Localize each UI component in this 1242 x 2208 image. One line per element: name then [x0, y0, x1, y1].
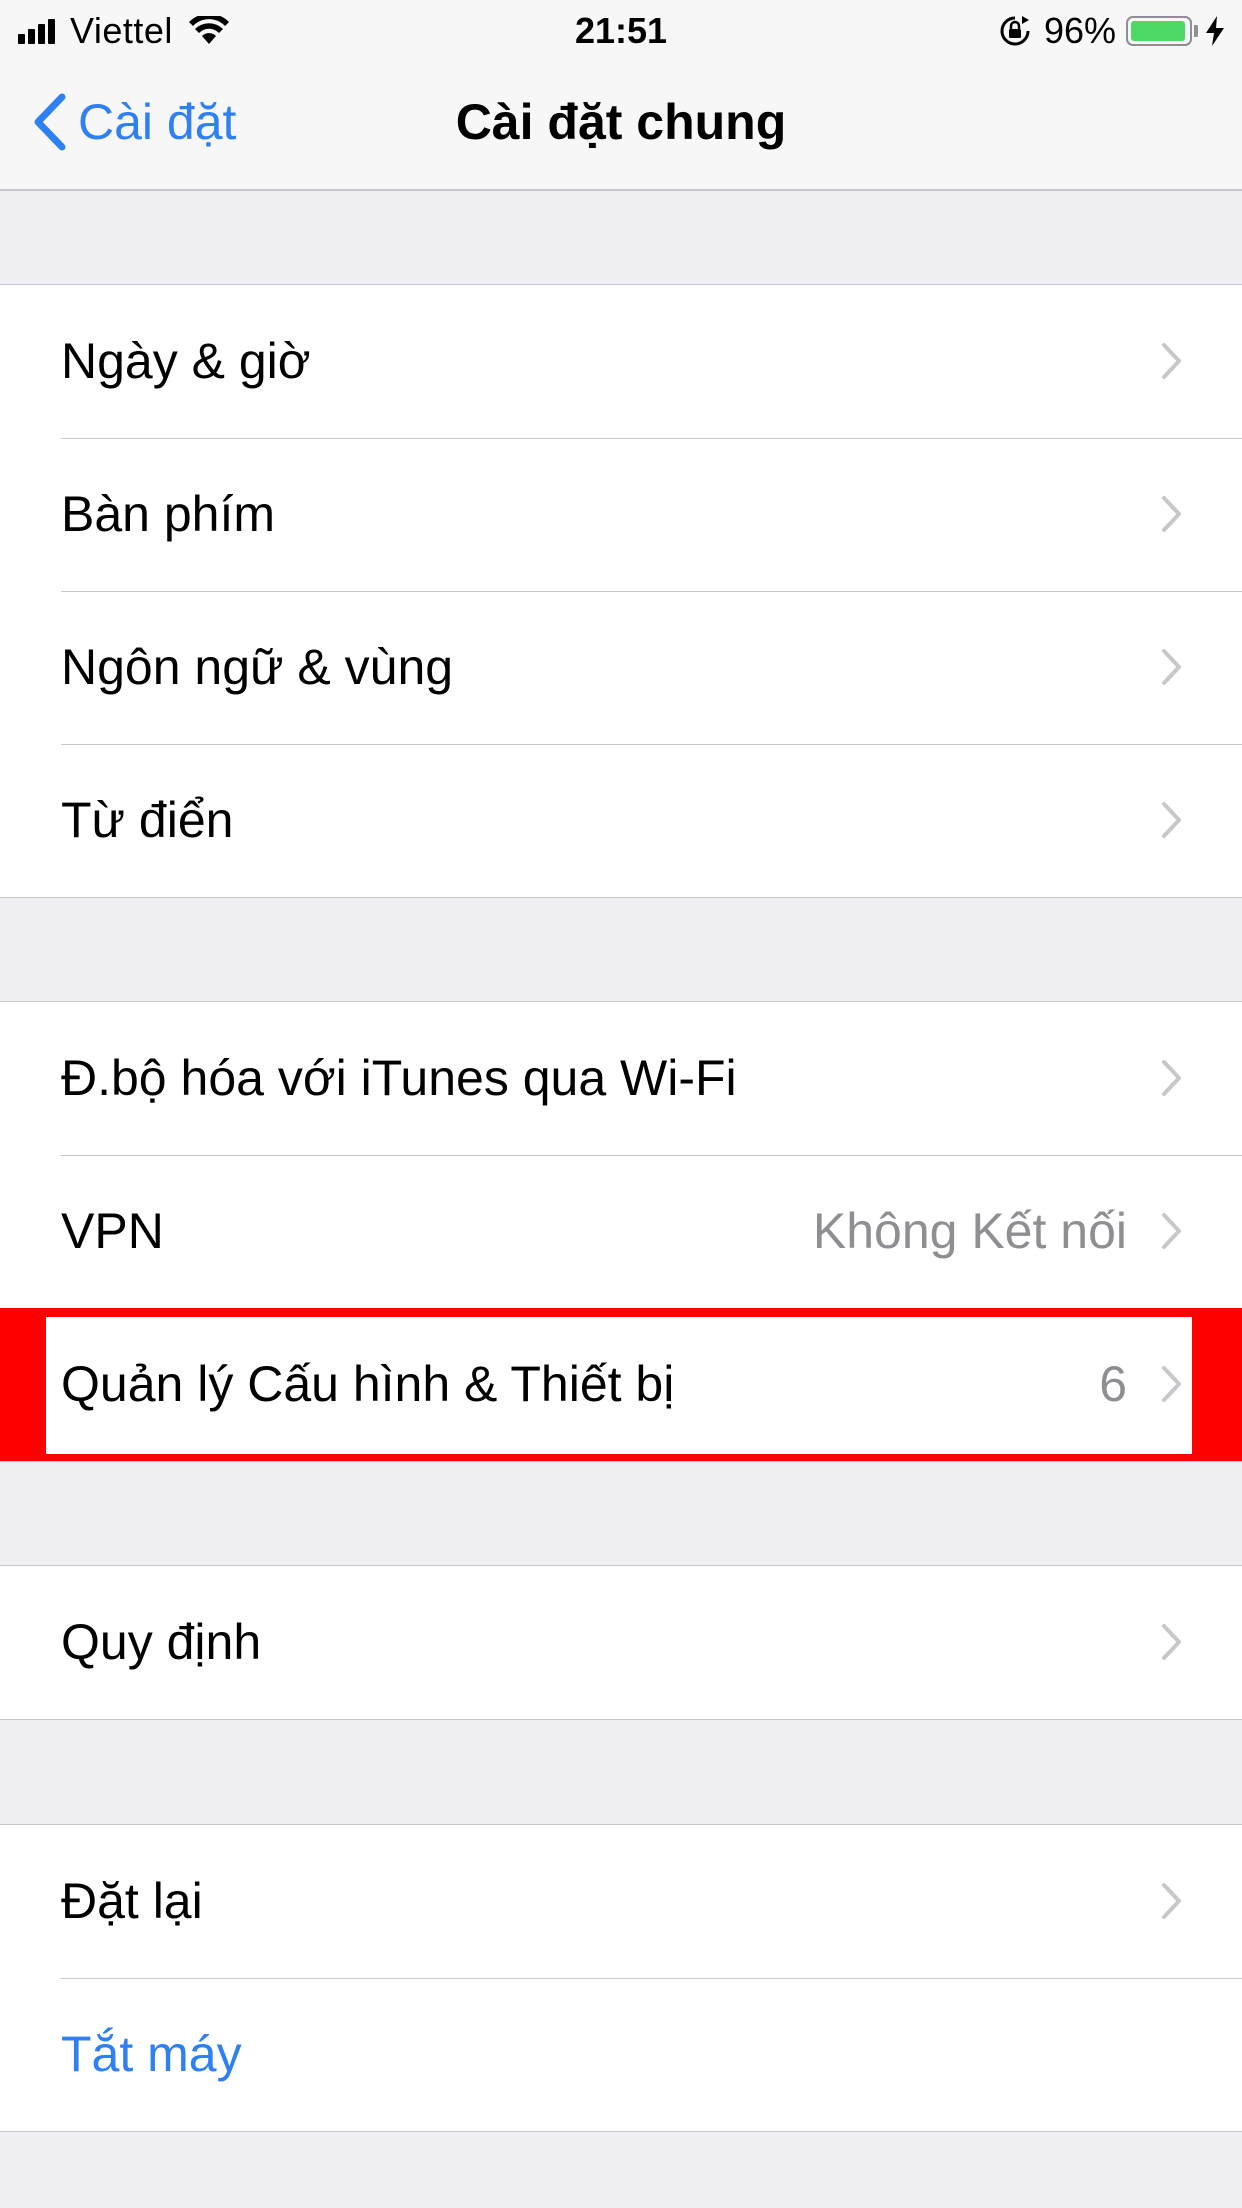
chevron-right-icon: [1162, 1060, 1181, 1096]
chevron-right-icon: [1162, 649, 1181, 685]
row-label: Đ.bộ hóa với iTunes qua Wi-Fi: [61, 1050, 737, 1106]
status-bar: Viettel 21:51 96%: [0, 0, 1242, 60]
battery-fill: [1131, 21, 1185, 41]
battery-percent: 96%: [1043, 10, 1116, 51]
settings-row-regulatory[interactable]: Quy định: [0, 1566, 1242, 1719]
page-title: Cài đặt chung: [455, 94, 787, 150]
charging-bolt-icon: [1206, 16, 1224, 46]
vpn-status-value: Không Kết nối: [812, 1203, 1127, 1259]
chevron-right-icon: [1162, 802, 1181, 838]
settings-row-shut-down[interactable]: Tắt máy: [0, 1978, 1242, 2131]
settings-row-vpn[interactable]: VPN Không Kết nối: [0, 1155, 1242, 1308]
row-label: VPN: [61, 1203, 164, 1259]
settings-group-connectivity: Đ.bộ hóa với iTunes qua Wi-Fi VPN Không …: [0, 1001, 1242, 1462]
settings-group-general: Ngày & giờ Bàn phím Ngôn ngữ & vùng Từ đ…: [0, 284, 1242, 898]
settings-row-date-time[interactable]: Ngày & giờ: [0, 285, 1242, 438]
settings-row-keyboard[interactable]: Bàn phím: [0, 438, 1242, 591]
chevron-right-icon: [1162, 343, 1181, 379]
row-label: Quản lý Cấu hình & Thiết bị: [61, 1356, 675, 1412]
chevron-right-icon: [1162, 1366, 1181, 1402]
battery-cap: [1194, 25, 1198, 37]
settings-group-reset: Đặt lại Tắt máy: [0, 1824, 1242, 2132]
status-right: 96%: [998, 10, 1226, 52]
orientation-lock-icon: [1000, 16, 1030, 46]
profiles-count-value: 6: [1099, 1356, 1127, 1412]
chevron-right-icon: [1162, 1883, 1181, 1919]
settings-group-legal: Quy định: [0, 1565, 1242, 1720]
chevron-right-icon: [1162, 1624, 1181, 1660]
battery-icon: [1126, 16, 1192, 46]
settings-row-dictionary[interactable]: Từ điển: [0, 744, 1242, 897]
row-label: Từ điển: [61, 792, 234, 848]
chevron-right-icon: [1162, 496, 1181, 532]
row-label: Bàn phím: [61, 486, 276, 542]
settings-row-reset[interactable]: Đặt lại: [0, 1825, 1242, 1978]
settings-row-profiles-device-management[interactable]: Quản lý Cấu hình & Thiết bị 6: [0, 1308, 1242, 1461]
shut-down-label: Tắt máy: [61, 2026, 242, 2082]
row-label: Ngày & giờ: [61, 333, 311, 389]
navigation-bar: Cài đặt Cài đặt chung: [0, 60, 1242, 191]
row-label: Đặt lại: [61, 1873, 203, 1929]
row-label: Ngôn ngữ & vùng: [61, 639, 454, 695]
row-label: Quy định: [61, 1614, 262, 1670]
chevron-right-icon: [1162, 1213, 1181, 1249]
settings-row-itunes-wifi-sync[interactable]: Đ.bộ hóa với iTunes qua Wi-Fi: [0, 1002, 1242, 1155]
settings-row-language-region[interactable]: Ngôn ngữ & vùng: [0, 591, 1242, 744]
